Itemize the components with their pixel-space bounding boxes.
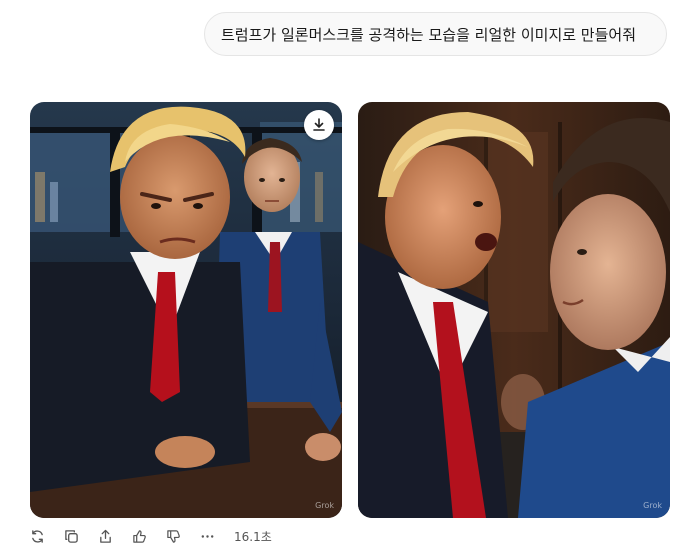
- share-button[interactable]: [98, 526, 132, 546]
- more-button[interactable]: [200, 526, 234, 546]
- dislike-button[interactable]: [166, 526, 200, 546]
- generated-image-2-artwork: [358, 102, 670, 518]
- download-button[interactable]: [304, 110, 334, 140]
- download-icon: [313, 118, 325, 131]
- generated-image-1-artwork: [30, 102, 342, 518]
- copy-button[interactable]: [64, 526, 98, 546]
- watermark: Grok: [643, 501, 662, 510]
- generated-image-1[interactable]: Grok: [30, 102, 342, 518]
- generated-image-2[interactable]: Grok: [358, 102, 670, 518]
- user-message-text: 트럼프가 일론머스크를 공격하는 모습을 리얼한 이미지로 만들어줘: [221, 25, 637, 44]
- response-action-bar: 16.1초: [30, 526, 272, 546]
- copy-icon: [65, 529, 78, 543]
- thumbs-down-icon: [167, 529, 180, 543]
- regenerate-button[interactable]: [30, 526, 64, 546]
- more-icon: [201, 534, 214, 538]
- like-button[interactable]: [132, 526, 166, 546]
- watermark: Grok: [315, 501, 334, 510]
- regenerate-icon: [32, 529, 43, 543]
- elapsed-time: 16.1초: [234, 529, 272, 544]
- user-message-bubble: 트럼프가 일론머스크를 공격하는 모습을 리얼한 이미지로 만들어줘: [204, 12, 667, 56]
- thumbs-up-icon: [133, 529, 146, 543]
- share-icon: [100, 529, 111, 543]
